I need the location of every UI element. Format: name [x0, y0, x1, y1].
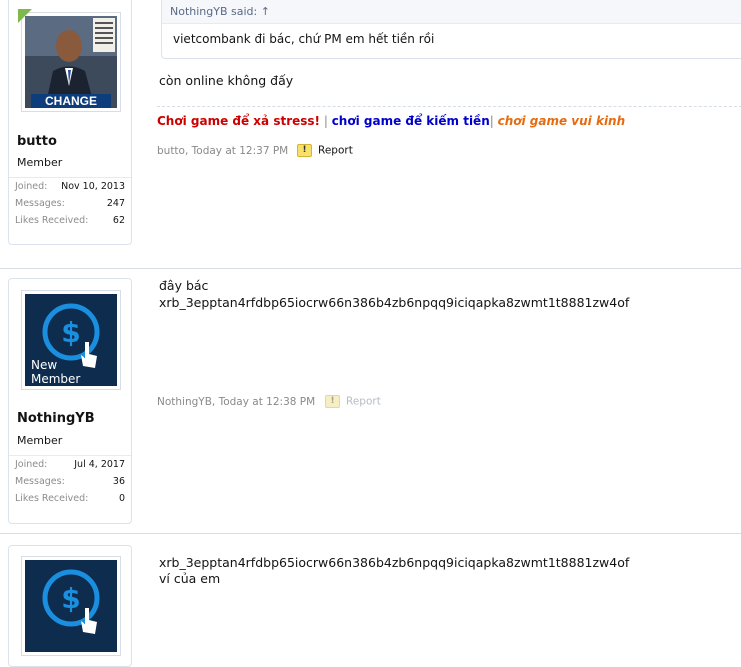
- quote-block: NothingYB said: ↑ vietcombank đi bác, ch…: [161, 0, 741, 59]
- user-info-box: $: [8, 545, 132, 667]
- avatar-photo: CHANGE: [25, 16, 117, 108]
- avatar[interactable]: $: [21, 556, 121, 656]
- stat-label: Joined:: [15, 459, 48, 470]
- signature: Chơi game để xả stress! | chơi game để k…: [157, 106, 741, 128]
- avatar[interactable]: $ New Member: [21, 290, 121, 390]
- stat-label: Likes Received:: [15, 493, 89, 504]
- stat-value: Jul 4, 2017: [74, 459, 125, 470]
- user-title: Member: [17, 434, 63, 447]
- stat-value: 62: [112, 215, 125, 226]
- warning-icon: !: [325, 395, 340, 408]
- message-text: ví của em: [159, 571, 221, 586]
- quote-author[interactable]: NothingYB said: ↑: [162, 0, 741, 24]
- warning-icon: !: [297, 144, 312, 157]
- avatar[interactable]: CHANGE: [18, 9, 121, 112]
- username[interactable]: NothingYB: [17, 411, 95, 426]
- stat-label: Joined:: [15, 181, 48, 192]
- stat-likes: Likes Received: 62: [9, 212, 131, 229]
- post-meta[interactable]: butto, Today at 12:37 PM: [157, 145, 288, 157]
- stat-joined: Joined: Nov 10, 2013: [9, 178, 131, 195]
- new-member-avatar: $ New Member: [25, 294, 117, 386]
- post-butto: CHANGE butto Member Joined: Nov 10, 2013 …: [0, 0, 741, 260]
- stat-value: Nov 10, 2013: [61, 181, 125, 192]
- avatar-caption: Member: [31, 372, 80, 386]
- message-text: xrb_3epptan4rfdbp65iocrw66n386b4zb6npqq9…: [159, 555, 630, 570]
- stat-label: Messages:: [15, 476, 65, 487]
- stat-label: Likes Received:: [15, 215, 89, 226]
- avatar-caption: CHANGE: [45, 94, 97, 108]
- user-stats: Joined: Jul 4, 2017 Messages: 36 Likes Rec…: [9, 455, 131, 507]
- dollar-icon: $: [61, 316, 80, 349]
- signature-link-3[interactable]: chơi game vui kinh: [498, 114, 626, 128]
- signature-separator: |: [489, 114, 498, 128]
- stat-value: 0: [118, 493, 125, 504]
- post-nothingyb-2: $ xrb_3epptan4rfdbp65iocrw66n386b4zb6npq…: [0, 533, 741, 667]
- post-meta[interactable]: NothingYB, Today at 12:38 PM: [157, 396, 315, 408]
- message-text: xrb_3epptan4rfdbp65iocrw66n386b4zb6npqq9…: [159, 295, 630, 310]
- user-info-box: $ New Member NothingYB Member Joined: Jul…: [8, 278, 132, 524]
- username[interactable]: butto: [17, 134, 57, 149]
- stat-messages: Messages: 247: [9, 195, 131, 212]
- quote-text: vietcombank đi bác, chứ PM em hết tiền r…: [173, 32, 435, 46]
- stat-value[interactable]: 247: [107, 198, 125, 209]
- stat-value[interactable]: 36: [113, 476, 125, 487]
- stat-joined: Joined: Jul 4, 2017: [9, 456, 131, 473]
- report-button[interactable]: ! Report: [297, 144, 353, 157]
- stat-label: Messages:: [15, 198, 65, 209]
- signature-link-2[interactable]: chơi game để kiếm tiền: [332, 114, 490, 128]
- report-button[interactable]: ! Report: [325, 395, 381, 408]
- signature-link-1[interactable]: Chơi game để xả stress!: [157, 114, 320, 128]
- avatar-caption: New: [31, 358, 57, 372]
- message-text: đây bác: [159, 278, 209, 293]
- user-stats: Joined: Nov 10, 2013 Messages: 247 Likes R…: [9, 177, 131, 229]
- stat-messages: Messages: 36: [9, 473, 131, 490]
- user-info-box: CHANGE butto Member Joined: Nov 10, 2013 …: [8, 0, 132, 245]
- dollar-icon: $: [61, 582, 80, 615]
- user-title: Member: [17, 156, 63, 169]
- post-nothingyb: $ New Member NothingYB Member Joined: Jul…: [0, 268, 741, 533]
- signature-separator: |: [320, 114, 332, 128]
- online-indicator-icon: [18, 9, 32, 23]
- new-member-avatar: $: [25, 560, 117, 652]
- message-text: còn online không đấy: [159, 73, 294, 88]
- report-label: Report: [346, 395, 381, 408]
- report-label: Report: [318, 144, 353, 157]
- stat-likes: Likes Received: 0: [9, 490, 131, 507]
